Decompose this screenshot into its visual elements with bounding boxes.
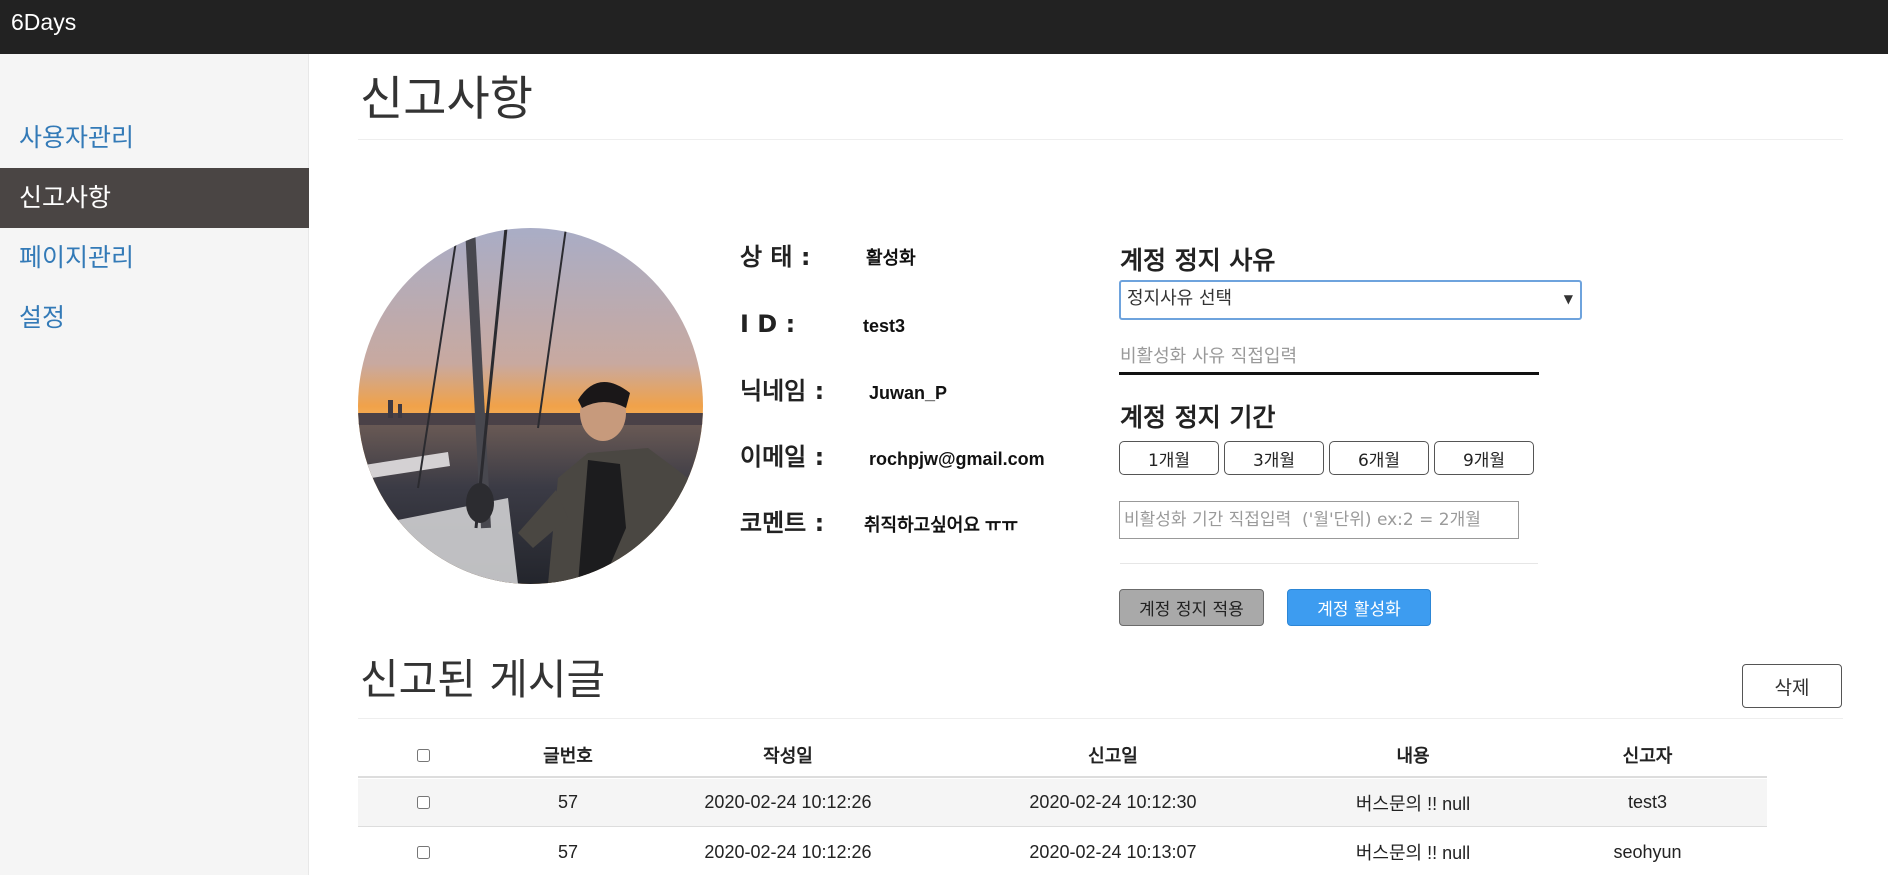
- column-header-post-no: 글번호: [543, 746, 593, 767]
- column-header-reported: 신고일: [1088, 746, 1138, 767]
- row-select-cell: [358, 828, 488, 875]
- column-header-created: 작성일: [763, 746, 813, 767]
- brand-logo-text[interactable]: 6Days: [11, 9, 76, 36]
- suspension-period-input[interactable]: [1119, 501, 1519, 539]
- select-all-checkbox[interactable]: [416, 748, 430, 762]
- suspension-reason-input[interactable]: [1119, 341, 1539, 375]
- suspension-reason-select[interactable]: 정지사유 선택 ▼: [1119, 280, 1582, 320]
- table-header-row: 글번호 작성일 신고일 내용 신고자: [358, 734, 1767, 778]
- cell-content: 버스문의 !! null: [1355, 843, 1471, 863]
- reported-posts-divider: [358, 718, 1843, 719]
- cell-reported: 2020-02-24 10:13:07: [1029, 841, 1197, 862]
- row-checkbox[interactable]: [416, 845, 430, 859]
- avatar: [358, 228, 703, 584]
- title-divider: [358, 139, 1843, 140]
- page-title: 신고사항: [360, 72, 533, 127]
- delete-button[interactable]: 삭제: [1742, 664, 1842, 708]
- profile-photo: [358, 228, 703, 584]
- sidebar-item-reports[interactable]: 신고사항: [0, 168, 309, 228]
- nickname-value: Juwan_P: [869, 383, 948, 403]
- form-divider: [1120, 563, 1538, 564]
- suspension-period-heading: 계정 정지 기간: [1120, 403, 1276, 432]
- sidebar-item-settings[interactable]: 설정: [0, 288, 309, 348]
- comment-value: 취직하고싶어요 ㅠㅠ: [864, 515, 1019, 535]
- cell-post-no: 57: [557, 792, 579, 812]
- apply-suspension-button[interactable]: 계정 정지 적용: [1119, 589, 1264, 626]
- table-row[interactable]: 57 2020-02-24 10:12:26 2020-02-24 10:13:…: [358, 828, 1767, 875]
- cell-created: 2020-02-24 10:12:26: [704, 841, 872, 862]
- select-all-cell: [358, 734, 488, 776]
- row-select-cell: [358, 779, 488, 826]
- period-1-month-button[interactable]: 1개월: [1119, 441, 1219, 475]
- cell-content: 버스문의 !! null: [1355, 793, 1471, 814]
- cell-reported: 2020-02-24 10:12:30: [1029, 792, 1197, 812]
- comment-label: 코멘트 :: [740, 509, 825, 537]
- reported-posts-title: 신고된 게시글: [360, 655, 606, 704]
- suspension-reason-heading: 계정 정지 사유: [1120, 246, 1276, 275]
- sidebar: 사용자관리 신고사항 페이지관리 설정: [0, 54, 309, 875]
- row-checkbox[interactable]: [416, 796, 430, 809]
- top-navbar: 6Days: [0, 0, 1888, 54]
- cell-created: 2020-02-24 10:12:26: [704, 792, 872, 812]
- period-9-month-button[interactable]: 9개월: [1434, 441, 1534, 475]
- nickname-label: 닉네임 :: [740, 377, 825, 405]
- status-label: 상 태 :: [740, 243, 811, 271]
- column-header-content: 내용: [1396, 746, 1430, 767]
- email-value: rochpjw@gmail.com: [869, 449, 1045, 469]
- id-label: I D :: [740, 310, 796, 338]
- cell-reporter: seohyun: [1613, 841, 1682, 862]
- status-value: 활성화: [866, 248, 916, 268]
- sidebar-item-page-management[interactable]: 페이지관리: [0, 228, 309, 288]
- caret-down-icon: ▼: [1563, 292, 1573, 306]
- sidebar-item-user-management[interactable]: 사용자관리: [0, 108, 309, 168]
- period-6-month-button[interactable]: 6개월: [1329, 441, 1429, 475]
- activate-account-button[interactable]: 계정 활성화: [1287, 589, 1431, 626]
- table-row[interactable]: 57 2020-02-24 10:12:26 2020-02-24 10:12:…: [358, 779, 1767, 827]
- id-value: test3: [863, 316, 906, 336]
- cell-reporter: test3: [1627, 792, 1668, 812]
- period-3-month-button[interactable]: 3개월: [1224, 441, 1324, 475]
- cell-post-no: 57: [557, 841, 579, 862]
- email-label: 이메일 :: [740, 443, 825, 471]
- column-header-reporter: 신고자: [1622, 746, 1673, 767]
- suspension-reason-select-value: 정지사유 선택: [1127, 288, 1233, 309]
